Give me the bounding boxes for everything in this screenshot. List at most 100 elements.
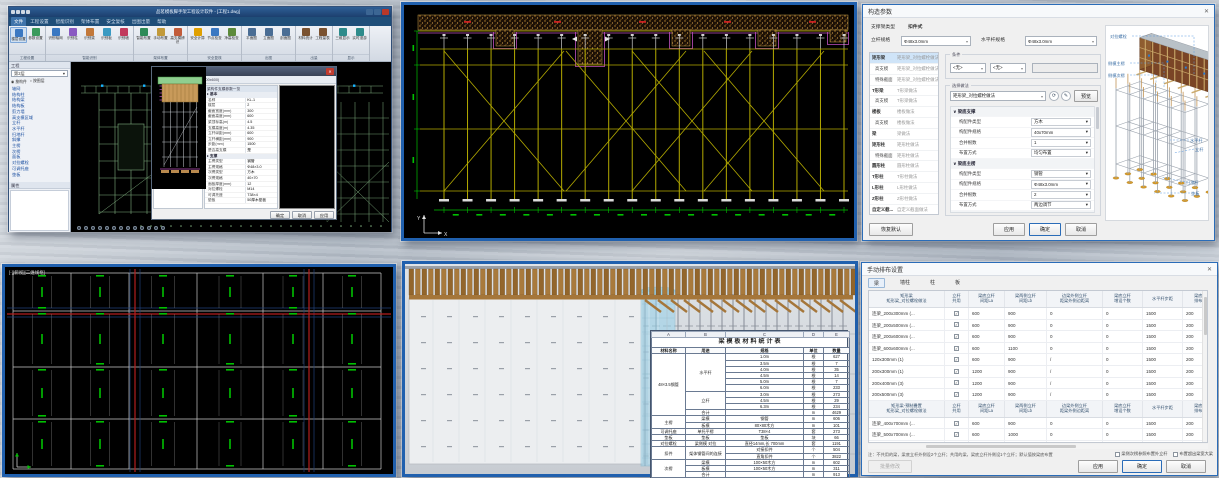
method-list-item[interactable]: T形梁T形梁做法	[870, 86, 938, 97]
ribbon-button[interactable]: 智能布置	[135, 27, 152, 41]
grid-value[interactable]: 600	[245, 114, 277, 119]
close-icon[interactable]: ✕	[1207, 266, 1212, 273]
grid-value[interactable]: 900	[245, 137, 277, 142]
ribbon-button[interactable]: 识别柱	[64, 27, 81, 41]
cancel-button[interactable]: 取消	[1065, 223, 1097, 236]
method-select[interactable]: 矩形梁_对拉螺栓做法 ▾	[950, 91, 1046, 101]
ribbon-button[interactable]: 高支模辨识	[169, 27, 186, 45]
cancel-button[interactable]: 取消	[292, 211, 312, 219]
data-cell[interactable]: 0	[1103, 378, 1143, 389]
close-icon[interactable]: ✕	[326, 68, 334, 75]
data-cell[interactable]: 600	[969, 354, 1005, 365]
data-cell[interactable]: 900	[1005, 389, 1047, 400]
property-value-select[interactable]: 1▾	[1031, 139, 1091, 147]
property-section-header[interactable]: ∨ 梁底主楞	[951, 159, 1097, 169]
data-cell[interactable]: 0	[1047, 331, 1103, 342]
data-cell[interactable]: 900	[1005, 331, 1047, 342]
data-cell[interactable]: 600	[969, 429, 1005, 440]
ok-button[interactable]: 确定	[1029, 223, 1061, 236]
grid-value[interactable]: T38×4	[245, 193, 277, 198]
data-cell[interactable]: 0	[1103, 308, 1143, 319]
data-cell[interactable]: 900	[1005, 308, 1047, 319]
data-cell[interactable]: 1500	[1143, 429, 1183, 440]
checkbox[interactable]: ✓	[954, 380, 959, 385]
reset-defaults-button[interactable]: 恢复默认	[869, 223, 913, 236]
data-cell[interactable]: /	[1047, 389, 1103, 400]
data-cell[interactable]: 900	[1005, 354, 1047, 365]
status-icon[interactable]	[105, 226, 109, 230]
sidebar-item[interactable]: 垫板	[12, 172, 70, 178]
method-list-item[interactable]: 矩形梁矩形梁_对拉螺栓做法	[870, 53, 938, 64]
data-cell[interactable]: 0	[1103, 389, 1143, 400]
method-list-item[interactable]: 高支模T形梁做法	[870, 96, 938, 107]
minimize-icon[interactable]	[366, 9, 373, 15]
ribbon-button[interactable]: 三维显示	[334, 27, 351, 41]
data-cell[interactable]: ✓	[945, 441, 969, 443]
ribbon-button[interactable]: 工程量表	[314, 27, 331, 41]
condition-input[interactable]	[1032, 63, 1098, 73]
data-cell[interactable]: 900	[1005, 366, 1047, 377]
model-3d-view[interactable]: ABCDE梁模板材料统计表材料名称用途规格单位数量48×3.5钢管水平杆1.0m…	[402, 261, 858, 477]
status-icon[interactable]	[147, 226, 151, 230]
checkbox[interactable]: ✓	[954, 311, 959, 316]
category-tab[interactable]: 墙柱	[895, 278, 915, 288]
apply-button[interactable]: 应用	[993, 223, 1025, 236]
ribbon-button[interactable]: 实时漫游	[351, 27, 368, 41]
checkbox[interactable]: ✓	[954, 334, 959, 339]
grid-value[interactable]: 1500	[245, 142, 277, 147]
close-icon[interactable]: ✕	[1204, 8, 1209, 15]
ribbon-button[interactable]: 剖面图	[277, 27, 294, 41]
checkbox[interactable]: ✓	[954, 357, 959, 362]
viewport-label[interactable]: [-][俯视][二维线框]	[9, 270, 45, 276]
data-cell[interactable]: 600	[969, 343, 1005, 354]
property-value-select[interactable]: 均匀布置▾	[1031, 149, 1091, 157]
method-list-item[interactable]: Z形柱Z形柱做法	[870, 194, 938, 205]
formwork-3d-preview[interactable]: 对拉螺栓侧模主楞侧模次楞水平杆立杆扫地杆垫板	[1105, 25, 1209, 221]
data-cell[interactable]: ✓	[945, 354, 969, 365]
data-cell[interactable]: 600	[969, 418, 1005, 429]
data-cell[interactable]: ✓	[945, 378, 969, 389]
window-buttons[interactable]	[366, 9, 389, 15]
data-cell[interactable]: 0	[1103, 320, 1143, 331]
category-tab[interactable]: 板	[950, 278, 965, 288]
checkbox[interactable]: ✓	[954, 432, 959, 437]
horizontal-scrollbar[interactable]	[868, 444, 1208, 449]
cad-elevation-view[interactable]: YX	[401, 2, 857, 241]
grid-value[interactable]: 300	[245, 109, 277, 114]
grid-value[interactable]: 钢管	[245, 159, 277, 164]
data-cell[interactable]: 0	[1047, 343, 1103, 354]
status-icon[interactable]	[119, 226, 123, 230]
qat-icon[interactable]	[11, 10, 15, 14]
quick-access-toolbar[interactable]	[11, 10, 30, 14]
property-section-header[interactable]: ∨ 梁底支撑	[951, 107, 1097, 117]
data-cell[interactable]: 0	[1103, 429, 1143, 440]
radio-by-layer[interactable]: ○ 按图层	[30, 79, 45, 85]
data-cell[interactable]: 0	[1047, 320, 1103, 331]
pole-spec-select[interactable]: Φ48x3.0mm ▾	[901, 36, 971, 46]
data-cell[interactable]: ✓	[945, 418, 969, 429]
cad-plan-view[interactable]: [-][俯视][二维线框]	[2, 264, 396, 477]
data-cell[interactable]: 1500	[1143, 418, 1183, 429]
property-section-header[interactable]: ∨ 对拉螺栓	[951, 211, 1097, 213]
edit-icon[interactable]: ✎	[1061, 91, 1071, 101]
grid-value[interactable]: 4.35	[245, 126, 277, 131]
display-mode-radios[interactable]: ◉ 按构件○ 按图层	[9, 78, 70, 86]
grid-value[interactable]: KL-1	[245, 98, 277, 103]
data-cell[interactable]: 1200	[969, 389, 1005, 400]
data-cell[interactable]: 0	[1103, 366, 1143, 377]
method-list-item[interactable]: 圆形柱圆形柱做法	[870, 161, 938, 172]
status-icon[interactable]	[98, 226, 102, 230]
floor-combo[interactable]: 第2层 ▾	[11, 70, 68, 77]
status-icon[interactable]	[84, 226, 88, 230]
cancel-button[interactable]: 取消	[1166, 460, 1206, 473]
method-list-item[interactable]: L形柱L形柱做法	[870, 183, 938, 194]
grid-value[interactable]: 12	[245, 182, 277, 187]
ribbon-button[interactable]: 识别墙	[115, 27, 132, 41]
qat-icon[interactable]	[21, 10, 25, 14]
ribbon-button[interactable]: 手动布置	[152, 27, 169, 41]
data-cell[interactable]: 0	[1103, 331, 1143, 342]
scrollbar[interactable]	[1094, 106, 1099, 213]
ribbon-button[interactable]: 识别板	[98, 27, 115, 41]
data-cell[interactable]: 1500	[1143, 343, 1183, 354]
property-value-select[interactable]: Φ48x3.0mm▾	[1031, 180, 1091, 188]
